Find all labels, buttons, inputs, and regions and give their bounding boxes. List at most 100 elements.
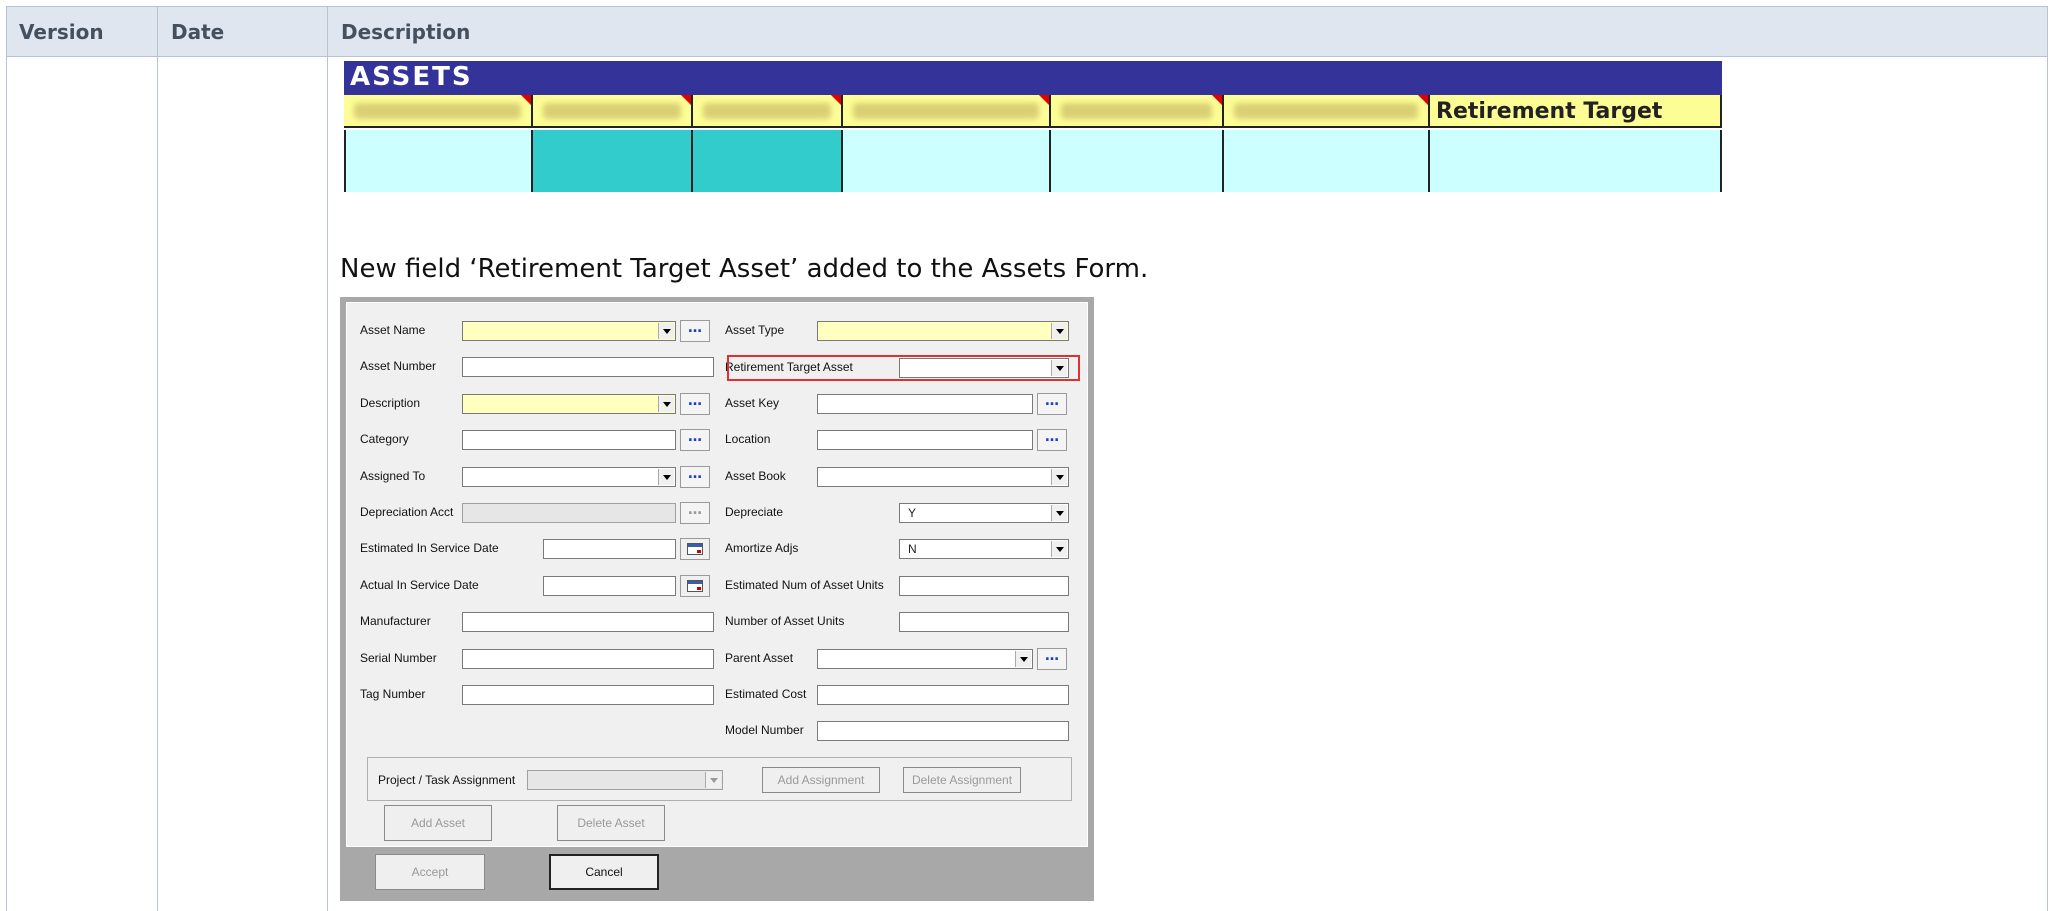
grid-cell	[1224, 130, 1430, 192]
date-header: Date	[171, 20, 225, 44]
est-num-units-label: Estimated Num of Asset Units	[725, 578, 884, 592]
assets-grid-image: ASSETS Retirement Target Asset	[344, 61, 1722, 192]
asset-number-label: Asset Number	[360, 359, 437, 373]
asset-type-label: Asset Type	[725, 323, 785, 337]
asset-book-select[interactable]	[817, 467, 1069, 487]
description-label: Description	[360, 396, 421, 410]
assets-title-bar: ASSETS	[344, 61, 1722, 95]
category-input[interactable]	[462, 430, 676, 450]
assigned-to-lookup-button[interactable]: …	[680, 466, 710, 488]
amortize-adjs-label: Amortize Adjs	[725, 541, 799, 555]
chevron-down-icon[interactable]	[658, 323, 674, 339]
est-num-units-input[interactable]	[899, 576, 1069, 596]
grid-cell	[843, 130, 1051, 192]
blurred-column-header	[1051, 95, 1224, 128]
asset-name-select[interactable]	[462, 321, 676, 341]
column-divider	[327, 7, 328, 911]
depreciation-acct-input	[462, 503, 676, 523]
accept-button: Accept	[375, 854, 485, 890]
chevron-down-icon[interactable]	[1015, 651, 1031, 667]
est-in-service-date-input[interactable]	[543, 539, 676, 559]
blurred-column-header	[344, 95, 533, 128]
num-units-label: Number of Asset Units	[725, 614, 845, 628]
category-label: Category	[360, 432, 409, 446]
category-lookup-button[interactable]: …	[680, 429, 710, 451]
cancel-button[interactable]: Cancel	[549, 854, 659, 890]
parent-asset-lookup-button[interactable]: …	[1037, 648, 1067, 670]
delete-assignment-button: Delete Assignment	[903, 767, 1021, 793]
calendar-icon[interactable]	[680, 538, 710, 560]
delete-asset-button: Delete Asset	[557, 805, 665, 841]
description-lookup-button[interactable]: …	[680, 393, 710, 415]
asset-key-lookup-button[interactable]: …	[1037, 393, 1067, 415]
chevron-down-icon	[705, 772, 721, 788]
assigned-to-label: Assigned To	[360, 469, 426, 483]
serial-number-label: Serial Number	[360, 651, 437, 665]
manufacturer-input[interactable]	[462, 612, 714, 632]
chevron-down-icon[interactable]	[1051, 360, 1067, 376]
serial-number-input[interactable]	[462, 649, 714, 669]
blurred-column-header	[1224, 95, 1430, 128]
blurred-column-header	[693, 95, 843, 128]
chevron-down-icon[interactable]	[1051, 541, 1067, 557]
chevron-down-icon[interactable]	[1051, 323, 1067, 339]
tag-number-input[interactable]	[462, 685, 714, 705]
model-number-label: Model Number	[725, 723, 804, 737]
asset-type-select[interactable]	[817, 321, 1069, 341]
location-input[interactable]	[817, 430, 1033, 450]
grid-cell	[533, 130, 693, 192]
retirement-target-select[interactable]	[899, 358, 1069, 378]
depreciate-label: Depreciate	[725, 505, 784, 519]
chevron-down-icon[interactable]	[658, 469, 674, 485]
asset-number-input[interactable]	[462, 357, 714, 377]
parent-asset-label: Parent Asset	[725, 651, 794, 665]
estimated-cost-label: Estimated Cost	[725, 687, 807, 701]
project-task-group: Project / Task Assignment Add Assignment…	[367, 757, 1072, 801]
project-task-select	[527, 770, 723, 790]
chevron-down-icon[interactable]	[1051, 505, 1067, 521]
description-select[interactable]	[462, 394, 676, 414]
depreciation-acct-label: Depreciation Acct	[360, 505, 454, 519]
asset-book-label: Asset Book	[725, 469, 786, 483]
calendar-icon[interactable]	[680, 575, 710, 597]
assets-form-panel: Asset Name Asset Number Description Cate…	[346, 302, 1088, 847]
add-assignment-button: Add Assignment	[762, 767, 880, 793]
table-header-row: Version Date Description	[7, 7, 2047, 57]
assets-form: Asset Name Asset Number Description Cate…	[340, 297, 1094, 901]
depreciate-select[interactable]: Y	[899, 503, 1069, 523]
change-caption: New field ‘Retirement Target Asset’ adde…	[340, 254, 1149, 284]
assigned-to-select[interactable]	[462, 467, 676, 487]
asset-key-input[interactable]	[817, 394, 1033, 414]
chevron-down-icon[interactable]	[1051, 469, 1067, 485]
tag-number-label: Tag Number	[360, 687, 426, 701]
version-header: Version	[19, 20, 104, 44]
asset-name-lookup-button[interactable]: …	[680, 320, 710, 342]
estimated-cost-input[interactable]	[817, 685, 1069, 705]
grid-cell	[1430, 130, 1722, 192]
act-in-service-date-input[interactable]	[543, 576, 676, 596]
assets-title: ASSETS	[350, 62, 473, 92]
asset-key-label: Asset Key	[725, 396, 780, 410]
parent-asset-select[interactable]	[817, 649, 1033, 669]
grid-cell	[693, 130, 843, 192]
blurred-column-header	[533, 95, 693, 128]
depreciation-acct-lookup-button: …	[680, 502, 710, 524]
num-units-input[interactable]	[899, 612, 1069, 632]
location-label: Location	[725, 432, 771, 446]
asset-name-label: Asset Name	[360, 323, 426, 337]
description-header: Description	[341, 20, 471, 44]
location-lookup-button[interactable]: …	[1037, 429, 1067, 451]
retirement-target-column-header: Retirement Target Asset	[1430, 95, 1722, 128]
add-asset-button: Add Asset	[384, 805, 492, 841]
model-number-input[interactable]	[817, 721, 1069, 741]
blurred-column-header	[843, 95, 1051, 128]
act-in-service-label: Actual In Service Date	[360, 578, 479, 592]
manufacturer-label: Manufacturer	[360, 614, 431, 628]
column-divider	[157, 7, 158, 911]
chevron-down-icon[interactable]	[658, 396, 674, 412]
amortize-adjs-value: N	[908, 542, 917, 556]
amortize-adjs-select[interactable]: N	[899, 539, 1069, 559]
project-task-label: Project / Task Assignment	[378, 773, 516, 787]
est-in-service-label: Estimated In Service Date	[360, 541, 499, 555]
grid-cell	[344, 130, 533, 192]
